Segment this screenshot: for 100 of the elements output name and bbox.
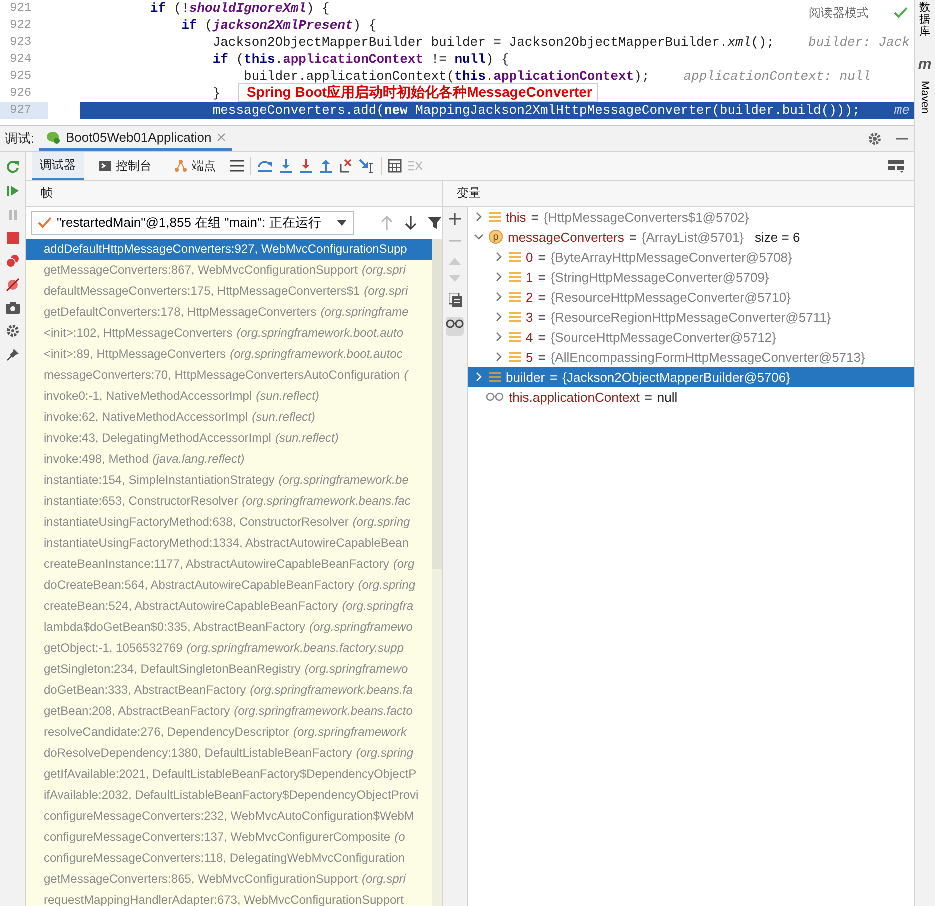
scrollbar-thumb[interactable] [432,239,442,569]
stop-icon[interactable] [6,232,18,244]
frame-package: (org.springframework [293,724,407,741]
stack-frame[interactable]: <init>:89, HttpMessageConverters (org.springframework.boot.autoc [26,344,432,365]
variable-row[interactable]: this.applicationContext = null [468,387,914,407]
frame-package: (org.spri [362,262,406,279]
variable-row[interactable]: 1 = {StringHttpMessageConverter@5709} [468,267,914,287]
resume-icon[interactable] [6,184,20,198]
variable-row[interactable]: 5 = {AllEncompassingFormHttpMessageConverter@5713} [468,347,914,367]
stack-frame[interactable]: invoke0:-1, NativeMethodAccessorImpl (sun.reflect) [26,386,432,407]
thread-dropdown[interactable]: "restartedMain"@1,855 在组 "main": 正在运行 [31,211,354,235]
stack-frame[interactable]: getSingleton:234, DefaultSingletonBeanRegistry (org.springframewo [26,659,432,680]
field-icon [509,291,521,303]
rerun-icon[interactable] [6,160,20,174]
calculator-icon[interactable] [388,159,402,173]
collapse-chevron-icon[interactable] [474,232,484,242]
menu-icon[interactable] [230,160,244,172]
frame-method: invoke:498, Method [44,451,149,468]
frame-package: (org.springframe [320,304,409,321]
frame-package: (org.springframewo [310,619,413,636]
variable-name: this [506,210,526,224]
frame-package: (org.spring [356,745,414,762]
stack-frame[interactable]: doResolveDependency:1380, DefaultListableBeanFactory (org.spring [26,743,432,764]
stack-frame[interactable]: <init>:102, HttpMessageConverters (org.springframework.boot.auto [26,323,432,344]
check-icon[interactable] [894,7,908,19]
stack-frame[interactable]: doGetBean:333, AbstractBeanFactory (org.springframework.beans.fa [26,680,432,701]
variable-row[interactable]: 4 = {SourceHttpMessageConverter@5712} [468,327,914,347]
stack-frame[interactable]: invoke:43, DelegatingMethodAccessorImpl (sun.reflect) [26,428,432,449]
variable-row[interactable]: this = {HttpMessageConverters$1@5702} [468,207,914,227]
variable-row[interactable]: p messageConverters = {ArrayList@5701} size = 6 [468,227,914,247]
stack-frame[interactable]: ifAvailable:2032, DefaultListableBeanFactory$DependencyObjectProvi [26,785,432,806]
variable-value: {SourceHttpMessageConverter@5712} [550,330,776,344]
pin-icon[interactable] [6,348,20,362]
frame-method: doResolveDependency:1380, DefaultListableBeanFactory [44,745,352,762]
stack-frame[interactable]: invoke:62, NativeMethodAccessorImpl (sun.reflect) [26,407,432,428]
variable-name: messageConverters [508,230,624,244]
panel-tab[interactable]: 端点 [166,152,224,180]
variable-row[interactable]: 3 = {ResourceRegionHttpMessageConverter@5711} [468,307,914,327]
filter-icon[interactable] [428,216,442,230]
stack-frame[interactable]: instantiate:653, ConstructorResolver (org.springframework.beans.fac [26,491,432,512]
stack-frame[interactable]: configureMessageConverters:232, WebMvcAutoConfiguration$WebM [26,806,432,827]
code-line: if (!shouldIgnoreXml) { [149,0,330,17]
frame-package: (sun.reflect) [252,409,316,426]
maven-tool-tab[interactable]: Maven [919,81,931,114]
frame-method: messageConverters:70, HttpMessageConvertersAutoConfiguration [44,367,400,384]
stack-frame[interactable]: instantiateUsingFactoryMethod:1334, AbstractAutowireCapableBean [26,533,432,554]
database-tool-tab[interactable]: 数据库 [920,2,930,38]
stack-frame[interactable]: getMessageConverters:865, WebMvcConfigurationSupport (org.spri [26,869,432,890]
variable-row[interactable]: 2 = {ResourceHttpMessageConverter@5710} [468,287,914,307]
step-into-icon[interactable] [279,159,293,173]
settings-icon[interactable] [868,132,882,146]
field-icon [489,211,501,223]
stack-frame[interactable]: getObject:-1, 1056532769 (org.springframework.beans.factory.supp [26,638,432,659]
stack-frame[interactable]: resolveCandidate:276, DependencyDescriptor (org.springframework [26,722,432,743]
stack-frame[interactable]: createBean:524, AbstractAutowireCapableBeanFactory (org.springfra [26,596,432,617]
variable-row[interactable]: builder = {Jackson2ObjectMapperBuilder@5706} [468,367,914,387]
frame-package: (org.springframework.be [278,472,409,489]
step-over-icon[interactable] [257,159,273,173]
down-arrow-icon[interactable] [404,216,418,230]
stack-frame[interactable]: getBean:208, AbstractBeanFactory (org.springframework.beans.facto [26,701,432,722]
panel-tab[interactable]: 调试器 [32,152,84,180]
force-step-into-icon[interactable] [299,159,313,173]
frame-package: (org.springframework.boot.auto [236,325,404,342]
stack-frame[interactable]: getIfAvailable:2021, DefaultListableBeanFactory$DependencyObjectP [26,764,432,785]
frame-package: (org.springframework.beans.factory.supp [186,640,404,657]
stack-frame[interactable]: defaultMessageConverters:175, HttpMessageConverters$1 (org.spri [26,281,432,302]
camera-icon[interactable] [6,302,20,314]
stack-frame[interactable]: lambda$doGetBean$0:335, AbstractBeanFactory (org.springframewo [26,617,432,638]
stack-frame[interactable]: invoke:498, Method (java.lang.reflect) [26,449,432,470]
plus-icon[interactable] [449,213,461,225]
stack-frame[interactable]: instantiate:154, SimpleInstantiationStrategy (org.springframework.be [26,470,432,491]
reader-mode-button[interactable]: 阅读器模式 [809,5,870,22]
field-icon [489,371,501,383]
code-line: if (jackson2XmlPresent) { [180,17,377,34]
layout-icon[interactable] [888,159,904,173]
stack-frame[interactable]: configureMessageConverters:137, WebMvcConfigurerComposite (o [26,827,432,848]
step-out-icon[interactable] [319,159,333,173]
stack-frame[interactable]: instantiateUsingFactoryMethod:638, ConstructorResolver (org.spring [26,512,432,533]
variable-row[interactable]: 0 = {ByteArrayHttpMessageConverter@5708} [468,247,914,267]
stack-frame[interactable]: configureMessageConverters:118, DelegatingWebMvcConfiguration [26,848,432,869]
stack-frame[interactable]: getMessageConverters:867, WebMvcConfigurationSupport (org.spri [26,260,432,281]
stack-frame[interactable]: createBeanInstance:1177, AbstractAutowireCapableBeanFactory (org [26,554,432,575]
mute-breakpoints-icon[interactable] [6,278,20,292]
close-icon[interactable] [216,132,226,142]
settings-icon[interactable] [6,324,20,338]
drop-frame-icon[interactable] [339,159,353,173]
copy-icon[interactable] [448,293,462,307]
stack-frame[interactable]: getDefaultConverters:178, HttpMessageConverters (org.springframe [26,302,432,323]
line-number: 926 [9,85,33,102]
expand-chevron-icon[interactable] [474,212,484,222]
stack-frame[interactable]: addDefaultHttpMessageConverters:927, WebMvcConfigurationSupp [26,239,432,260]
glasses-icon[interactable] [446,317,464,331]
breakpoints-icon[interactable] [6,254,20,268]
variable-name: 3 [526,310,534,324]
run-to-cursor-icon[interactable] [359,159,375,173]
stack-frame[interactable]: messageConverters:70, HttpMessageConvertersAutoConfiguration ( [26,365,432,386]
frame-package: (org.springfra [342,598,414,615]
variable-value: {ByteArrayHttpMessageConverter@5708} [550,250,792,264]
stack-frame[interactable]: doCreateBean:564, AbstractAutowireCapableBeanFactory (org.spring [26,575,432,596]
panel-tab[interactable]: 控制台 [90,152,160,180]
